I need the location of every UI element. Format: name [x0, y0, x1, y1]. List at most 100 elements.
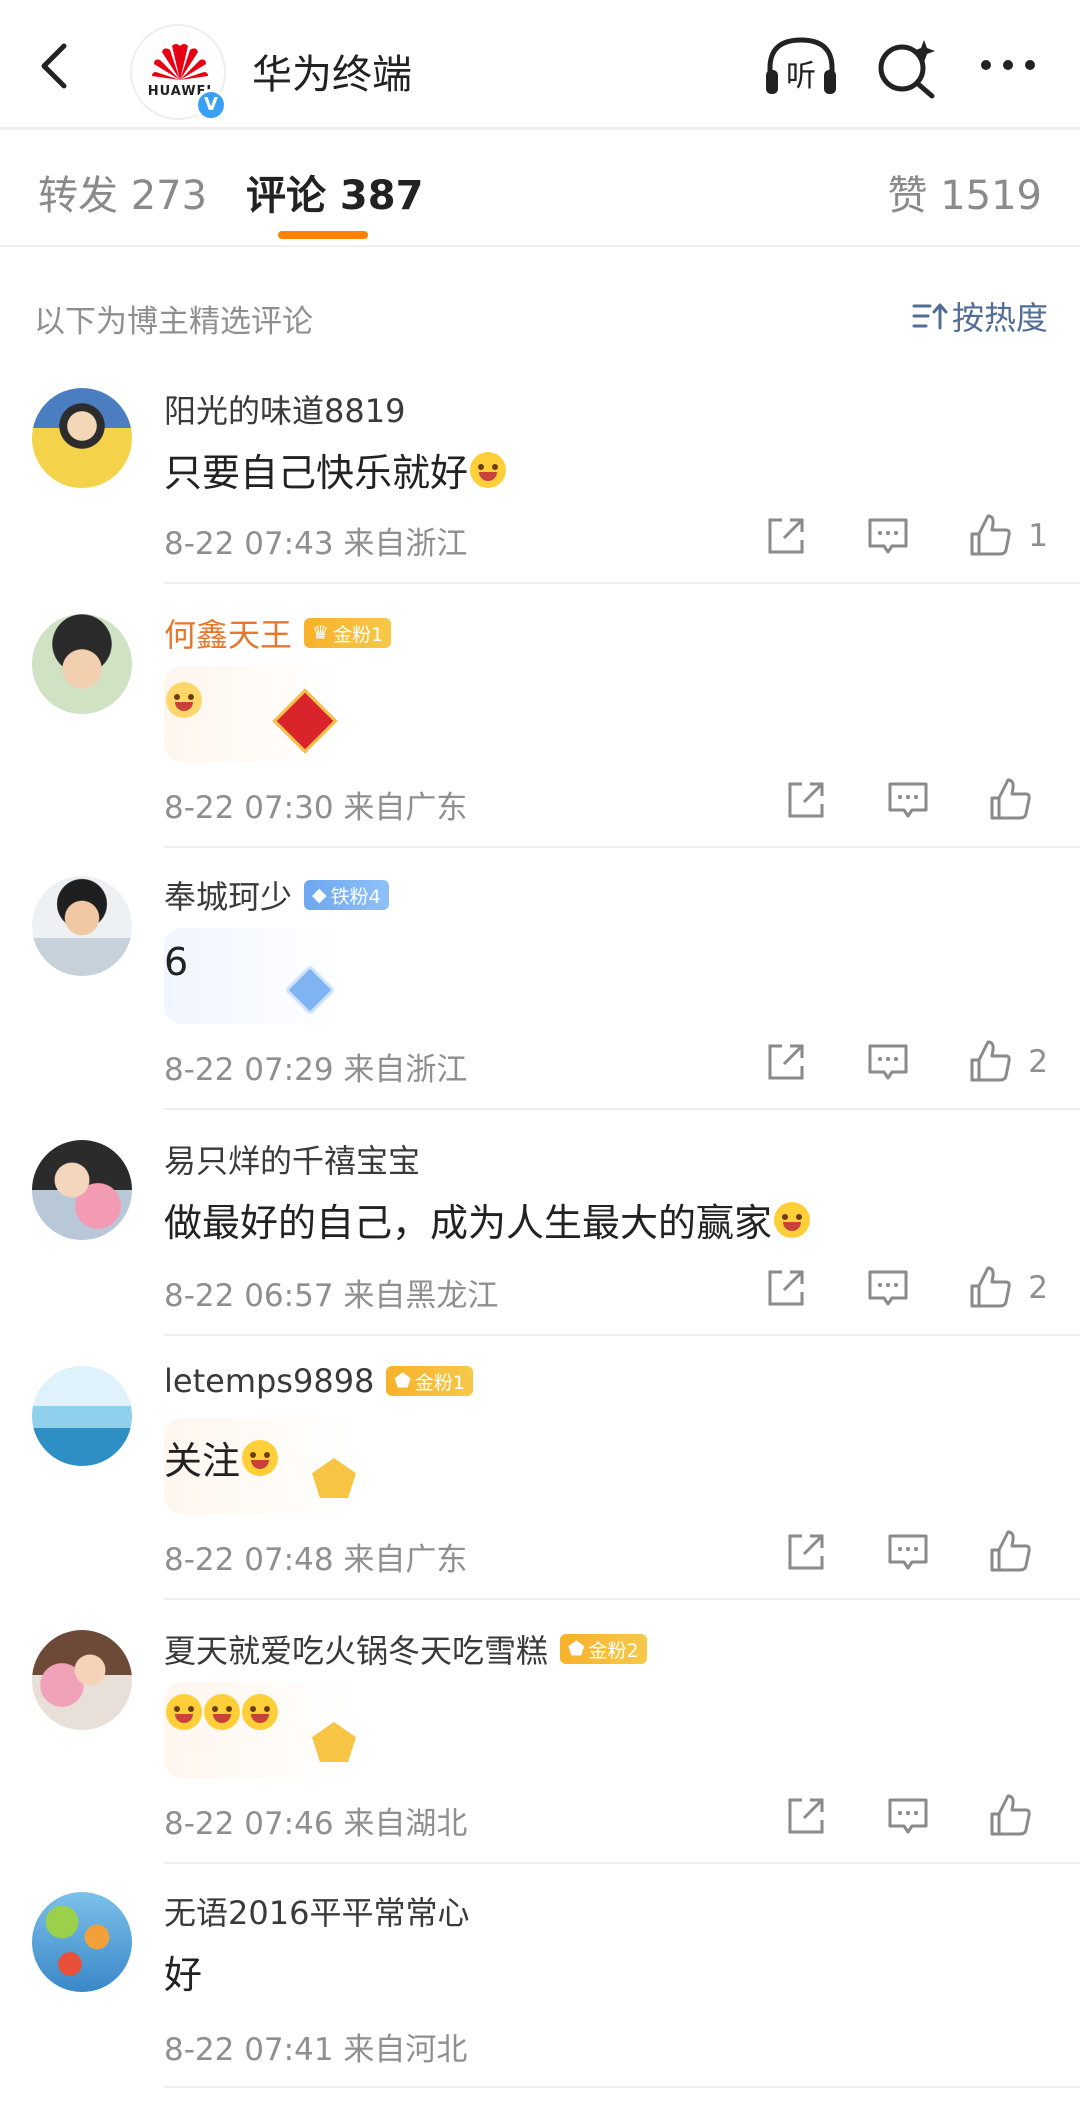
commenter-name[interactable]: 何鑫天王 ♛ 金粉1: [164, 610, 392, 656]
thumbs-up-icon: [986, 1792, 1034, 1840]
share-icon[interactable]: [762, 1264, 810, 1312]
featured-comments-note: 以下为博主精选评论: [34, 304, 313, 340]
like-button[interactable]: [986, 1792, 1048, 1840]
comment-text: 只要自己快乐就好: [164, 442, 507, 497]
share-icon[interactable]: [782, 1528, 830, 1576]
fan-badge: ⬟ 金粉1: [386, 1366, 474, 1396]
comment-text: 好: [164, 1953, 203, 1997]
thumbs-up-icon: [966, 512, 1014, 560]
commenter-name[interactable]: 阳光的味道8819: [164, 386, 405, 432]
top-bar: HUAWEI V 华为终端 听: [0, 0, 1080, 130]
commenter-name[interactable]: letemps9898 ⬟ 金粉1: [164, 1362, 474, 1400]
comment-actions: 2: [708, 1264, 1048, 1312]
cute-emoji-icon: [166, 682, 202, 718]
huawei-logo-icon: [152, 44, 208, 80]
divider: [164, 2086, 1080, 2088]
avatar[interactable]: [32, 1630, 132, 1730]
commenter-name[interactable]: 易只烊的千禧宝宝: [164, 1136, 420, 1182]
comment-meta: 8-22 07:48 来自广东: [164, 1542, 468, 1578]
like-button[interactable]: 2: [966, 1264, 1048, 1312]
comment-actions: [728, 776, 1048, 824]
like-count: 1: [1028, 518, 1048, 554]
tears-emoji-icon: [242, 1694, 278, 1730]
tab-bar: 转发 273 评论 387 赞 1519: [0, 133, 1080, 247]
divider: [164, 1108, 1080, 1110]
tears-emoji-icon: [774, 1201, 811, 1238]
sort-label: 按热度: [951, 299, 1048, 337]
thumbs-up-icon: [986, 1528, 1034, 1576]
reply-icon[interactable]: [884, 776, 932, 824]
comment-text: 做最好的自己，成为人生最大的赢家: [164, 1192, 811, 1247]
avatar[interactable]: [32, 614, 132, 714]
like-count: 2: [1028, 1270, 1048, 1306]
divider: [164, 1334, 1080, 1336]
divider: [164, 582, 1080, 584]
reply-icon[interactable]: [884, 1528, 932, 1576]
back-arrow-icon[interactable]: [28, 36, 88, 96]
listen-icon[interactable]: 听: [762, 34, 840, 98]
comment-meta: 8-22 07:46 来自湖北: [164, 1806, 468, 1842]
active-tab-indicator: [278, 231, 368, 239]
comment-meta: 8-22 07:29 来自浙江: [164, 1052, 468, 1088]
search-icon[interactable]: [874, 36, 940, 102]
comment-meta: 8-22 07:41 来自河北: [164, 2032, 468, 2068]
divider: [164, 846, 1080, 848]
comment-meta: 8-22 07:30 来自广东: [164, 790, 468, 826]
reply-icon[interactable]: [864, 1038, 912, 1086]
svg-text:听: 听: [786, 59, 816, 94]
share-icon[interactable]: [762, 1038, 810, 1086]
reply-icon[interactable]: [864, 512, 912, 560]
comment-text: [164, 1694, 278, 1730]
verified-badge-icon: V: [195, 89, 227, 121]
like-button[interactable]: 1: [966, 512, 1048, 560]
comment-actions: 2: [708, 1038, 1048, 1086]
tears-emoji-icon: [204, 1694, 240, 1730]
divider: [164, 1598, 1080, 1600]
thumbs-up-icon: [966, 1264, 1014, 1312]
fan-badge: ♛ 金粉1: [304, 618, 392, 648]
reply-icon[interactable]: [864, 1264, 912, 1312]
tears-emoji-icon: [166, 1694, 202, 1730]
like-button[interactable]: [986, 776, 1048, 824]
sort-icon: [912, 303, 948, 330]
avatar[interactable]: [32, 876, 132, 976]
thumbs-up-icon: [986, 776, 1034, 824]
tears-emoji-icon: [242, 1439, 279, 1476]
share-icon[interactable]: [782, 776, 830, 824]
comment-actions: [728, 1792, 1048, 1840]
grin-emoji-icon: [470, 451, 507, 488]
avatar[interactable]: [32, 1366, 132, 1466]
fan-badge: ⬟ 金粉2: [560, 1634, 647, 1664]
fan-badge: ◆ 铁粉4: [304, 880, 389, 910]
pentagon-icon: ⬟: [568, 1638, 585, 1660]
commenter-name[interactable]: 夏天就爱吃火锅冬天吃雪糕 ⬟ 金粉2: [164, 1626, 647, 1672]
avatar[interactable]: [32, 1892, 132, 1992]
account-name[interactable]: 华为终端: [252, 42, 412, 100]
like-button[interactable]: 2: [966, 1038, 1048, 1086]
crown-icon: ♛: [312, 622, 330, 644]
tab-likes[interactable]: 赞 1519: [887, 163, 1042, 221]
share-icon[interactable]: [762, 512, 810, 560]
avatar[interactable]: [32, 388, 132, 488]
share-icon[interactable]: [782, 1792, 830, 1840]
like-button[interactable]: [986, 1528, 1048, 1576]
tab-repost[interactable]: 转发 273: [38, 163, 207, 221]
thumbs-up-icon: [966, 1038, 1014, 1086]
divider: [164, 1862, 1080, 1864]
comment-actions: [728, 1528, 1048, 1576]
comment-meta: 8-22 07:43 来自浙江: [164, 526, 468, 562]
diamond-icon: ◆: [312, 884, 327, 906]
comment-text: [164, 682, 202, 718]
commenter-name[interactable]: 奉城珂少 ◆ 铁粉4: [164, 872, 389, 918]
account-avatar[interactable]: HUAWEI V: [130, 24, 227, 121]
commenter-name[interactable]: 无语2016平平常常心: [164, 1888, 469, 1934]
like-count: 2: [1028, 1044, 1048, 1080]
comment-meta: 8-22 06:57 来自黑龙江: [164, 1278, 499, 1314]
tab-comments[interactable]: 评论 387: [246, 163, 423, 221]
avatar[interactable]: [32, 1140, 132, 1240]
reply-icon[interactable]: [884, 1792, 932, 1840]
comment-text: 6: [164, 940, 189, 984]
comment-actions: 1: [708, 512, 1048, 560]
sort-by-hot-button[interactable]: 按热度: [912, 293, 1048, 339]
more-icon[interactable]: [976, 50, 1040, 80]
